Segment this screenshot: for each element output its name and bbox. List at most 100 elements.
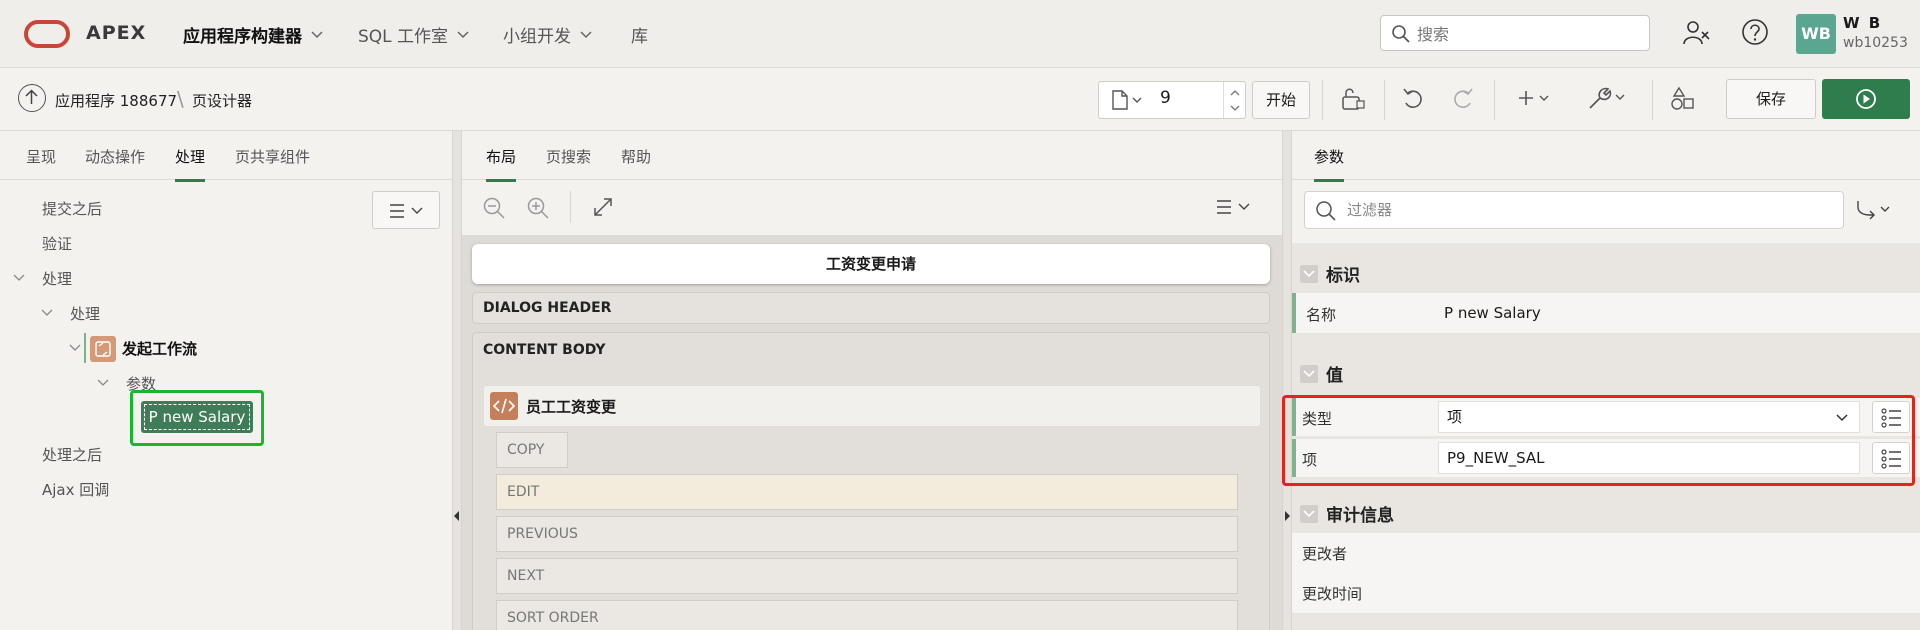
zoom-out-icon[interactable] <box>482 196 506 220</box>
search-icon <box>1316 201 1336 221</box>
prop-item-input[interactable]: P9_NEW_SAL <box>1438 442 1860 474</box>
tree-processing-sub[interactable]: 处理 <box>70 303 100 324</box>
collapse-left-arrow-icon[interactable] <box>454 511 460 521</box>
chevron-down-icon[interactable] <box>12 273 26 283</box>
admin-tools-icon[interactable] <box>1682 18 1712 48</box>
group-value-title: 值 <box>1326 366 1343 386</box>
group-identification-title: 标识 <box>1326 266 1360 286</box>
search-icon <box>1391 24 1411 44</box>
page-designer-toolbar: 应用程序 188677 \ 页设计器 9 开始 保存 <box>0 68 1920 131</box>
redo-icon[interactable] <box>1448 87 1474 111</box>
tree-after-submit[interactable]: 提交之后 <box>42 198 102 219</box>
tree-menu-button[interactable] <box>372 191 440 229</box>
chevron-down-icon[interactable] <box>40 308 54 318</box>
nav-sql-workshop[interactable]: SQL 工作室 <box>358 22 470 47</box>
tab-help[interactable]: 帮助 <box>621 146 651 167</box>
tree-param-p-new-salary[interactable]: P new Salary <box>141 401 253 433</box>
group-value[interactable]: 值 <box>1300 361 1343 386</box>
nav-team-development[interactable]: 小组开发 <box>503 22 593 47</box>
right-splitter[interactable] <box>1282 131 1292 630</box>
property-filter[interactable] <box>1304 191 1844 229</box>
button-slot-next[interactable]: NEXT <box>496 558 1238 594</box>
go-to-group-icon[interactable] <box>1854 199 1896 221</box>
tree-after-processing[interactable]: 处理之后 <box>42 444 102 465</box>
dialog-header-region[interactable]: DIALOG HEADER <box>472 292 1270 324</box>
nav-app-builder[interactable]: 应用程序构建器 <box>183 22 324 47</box>
group-identification[interactable]: 标识 <box>1300 261 1360 286</box>
play-icon <box>1855 88 1877 110</box>
oracle-logo-icon[interactable] <box>24 20 70 48</box>
toolbar-divider <box>1384 80 1385 120</box>
collapse-right-arrow-icon[interactable] <box>1285 511 1291 521</box>
prop-type-select[interactable]: 项 <box>1438 401 1860 433</box>
group-audit[interactable]: 审计信息 <box>1300 501 1394 526</box>
help-icon[interactable] <box>1741 18 1771 48</box>
tab-page-shared-components[interactable]: 页共享组件 <box>235 146 310 167</box>
item-list-button[interactable] <box>1872 442 1910 474</box>
tree-ajax-callback[interactable]: Ajax 回调 <box>42 479 109 500</box>
filter-input[interactable] <box>1345 200 1829 220</box>
property-groups: 标识 名称 P new Salary 值 类型 项 项 P9_NEW_SAL 审… <box>1292 243 1920 630</box>
utilities-wrench-icon[interactable] <box>1586 86 1628 112</box>
dialog-header-label: DIALOG HEADER <box>483 300 612 316</box>
shared-components-icon[interactable] <box>1670 86 1696 112</box>
breadcrumb-app[interactable]: 应用程序 188677 <box>55 90 177 111</box>
zoom-in-icon[interactable] <box>526 196 550 220</box>
prop-row-name: 名称 P new Salary <box>1292 293 1920 333</box>
prop-item-label: 项 <box>1302 451 1318 469</box>
save-button[interactable]: 保存 <box>1726 79 1816 119</box>
prop-type-value: 项 <box>1447 408 1463 426</box>
expand-icon[interactable] <box>592 196 614 218</box>
button-slot-sort-order[interactable]: SORT ORDER <box>496 600 1238 630</box>
nav-gallery[interactable]: 库 <box>631 22 648 47</box>
dialog-title[interactable]: 工资变更申请 <box>472 244 1270 284</box>
center-pane: 布局 页搜索 帮助 工资变更申请 DIALOG HEADER CONTENT B… <box>462 131 1282 630</box>
button-slot-previous[interactable]: PREVIOUS <box>496 516 1238 552</box>
chevron-down-icon <box>457 30 469 38</box>
go-button[interactable]: 开始 <box>1252 81 1310 119</box>
chevron-down-icon[interactable] <box>68 343 82 353</box>
tab-dynamic-actions[interactable]: 动态操作 <box>85 146 145 167</box>
prop-changed-by-label: 更改者 <box>1302 545 1348 563</box>
apex-brand[interactable]: APEX <box>86 22 146 44</box>
list-icon <box>1881 449 1901 469</box>
layout-canvas: 工资变更申请 DIALOG HEADER CONTENT BODY 员工工资变更… <box>462 236 1282 630</box>
prop-name-value[interactable]: P new Salary <box>1444 304 1541 322</box>
undo-icon[interactable] <box>1402 87 1428 111</box>
nav-gallery-label: 库 <box>631 27 648 47</box>
center-pane-tabs: 布局 页搜索 帮助 <box>462 131 1282 182</box>
button-slot-copy[interactable]: COPY <box>496 432 568 468</box>
chevron-down-icon <box>311 30 323 38</box>
global-search[interactable] <box>1380 15 1650 51</box>
tab-rendering[interactable]: 呈现 <box>26 146 56 167</box>
tab-layout[interactable]: 布局 <box>486 146 517 182</box>
tab-processing[interactable]: 处理 <box>175 146 206 182</box>
breadcrumb-separator: \ <box>177 87 184 111</box>
up-arrow-icon[interactable] <box>18 84 46 112</box>
chevron-down-icon[interactable] <box>96 378 110 388</box>
collapse-chevron-icon <box>1300 504 1318 523</box>
tab-parameters[interactable]: 参数 <box>1314 146 1345 182</box>
toolbar-divider <box>1652 80 1653 120</box>
right-pane-tabs: 参数 <box>1292 131 1920 182</box>
avatar[interactable]: WB <box>1796 14 1836 54</box>
unlock-icon[interactable] <box>1340 86 1366 112</box>
search-input[interactable] <box>1415 22 1644 46</box>
employee-salary-region[interactable]: 员工工资变更 <box>484 386 1260 426</box>
page-selector[interactable] <box>1098 81 1246 119</box>
page-stepper[interactable] <box>1223 82 1246 118</box>
page-icon[interactable] <box>1111 89 1145 111</box>
menu-icon[interactable] <box>1216 199 1256 215</box>
type-list-button[interactable] <box>1872 401 1910 433</box>
tab-page-search[interactable]: 页搜索 <box>546 146 591 167</box>
prop-rows-audit: 更改者 更改时间 <box>1292 533 1920 613</box>
left-splitter[interactable] <box>452 131 462 630</box>
run-page-button[interactable] <box>1822 79 1910 119</box>
tree-start-workflow[interactable]: 发起工作流 <box>122 338 197 359</box>
create-menu-icon[interactable] <box>1518 88 1554 110</box>
tree-validation[interactable]: 验证 <box>42 233 72 254</box>
tree-processing[interactable]: 处理 <box>42 268 72 289</box>
page-number-value[interactable]: 9 <box>1160 88 1171 108</box>
prop-type-label: 类型 <box>1302 410 1333 428</box>
button-slot-edit[interactable]: EDIT <box>496 474 1238 510</box>
